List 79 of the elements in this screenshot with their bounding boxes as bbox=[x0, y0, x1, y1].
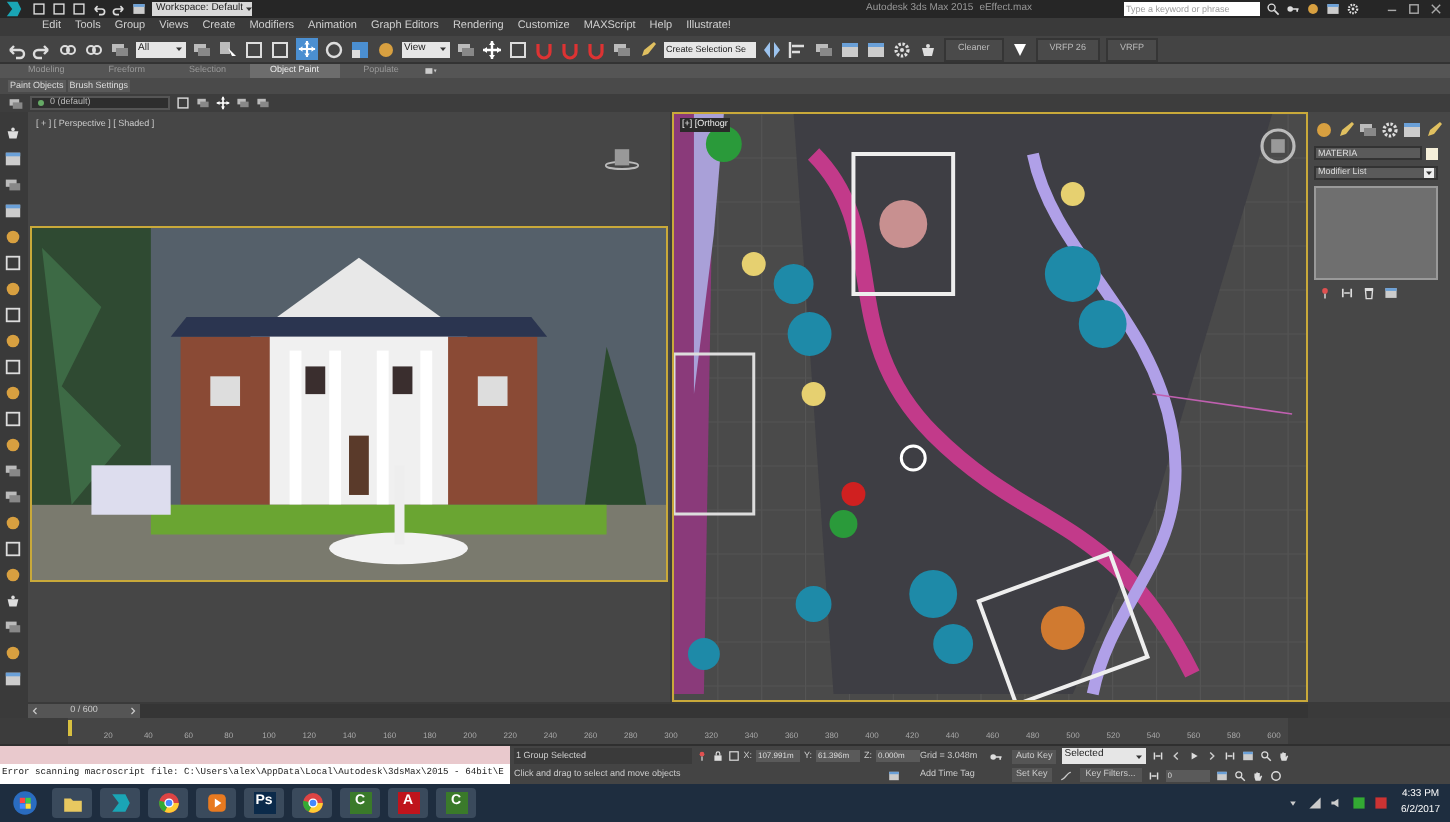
toolbar-icon[interactable] bbox=[218, 39, 238, 59]
toolbar-icon[interactable] bbox=[376, 39, 396, 59]
quick-access-icon[interactable] bbox=[92, 2, 106, 16]
taskbar-button[interactable] bbox=[52, 788, 92, 818]
signal-icon[interactable] bbox=[1307, 796, 1322, 810]
playback-icon[interactable] bbox=[1260, 750, 1273, 762]
maximize-icon[interactable] bbox=[1406, 2, 1422, 16]
scene-explorer-icon[interactable] bbox=[4, 150, 23, 168]
browser-icon[interactable] bbox=[157, 792, 179, 814]
caret-icon[interactable] bbox=[1424, 168, 1434, 178]
viewcube-icon[interactable] bbox=[1258, 126, 1298, 166]
toolbar-icon[interactable] bbox=[324, 39, 344, 59]
tray-expand-icon[interactable] bbox=[1285, 796, 1300, 810]
navigation-icon[interactable] bbox=[1233, 769, 1246, 781]
playback-icon[interactable] bbox=[1278, 750, 1291, 762]
scene-explorer-icon[interactable] bbox=[4, 670, 23, 688]
caret-icon[interactable] bbox=[438, 44, 448, 54]
toolbar-icon[interactable] bbox=[350, 39, 370, 59]
current-frame-marker[interactable] bbox=[68, 720, 72, 736]
chevron-left-icon[interactable] bbox=[30, 705, 40, 715]
chevron-right-icon[interactable] bbox=[127, 705, 138, 715]
command-panel-tab-icon[interactable] bbox=[1424, 120, 1444, 140]
maxscript-input-field[interactable] bbox=[0, 746, 510, 764]
help-toolbar-icon[interactable] bbox=[1326, 2, 1340, 16]
browser-icon[interactable] bbox=[301, 792, 323, 814]
start-orb-icon[interactable] bbox=[11, 790, 37, 816]
help-toolbar-icon[interactable] bbox=[1266, 2, 1280, 16]
caret-icon[interactable] bbox=[1134, 751, 1145, 761]
app-logo-icon[interactable] bbox=[109, 792, 131, 814]
selection-mode-icon[interactable] bbox=[727, 750, 740, 762]
toolbar-icon[interactable] bbox=[32, 39, 52, 59]
quick-access-icon[interactable] bbox=[132, 2, 146, 16]
toolbar-icon[interactable] bbox=[866, 39, 886, 59]
toolbar-icon[interactable] bbox=[892, 39, 912, 59]
layer-icon[interactable] bbox=[8, 95, 24, 111]
volume-icon[interactable] bbox=[1329, 796, 1344, 810]
playback-icon[interactable] bbox=[1152, 750, 1165, 762]
toolbar-icon[interactable] bbox=[840, 39, 860, 59]
modifier-stack-icon[interactable] bbox=[1362, 286, 1376, 300]
taskbar-button[interactable] bbox=[148, 788, 188, 818]
taskbar-button[interactable] bbox=[196, 788, 236, 818]
taskbar-button[interactable] bbox=[100, 788, 140, 818]
close-icon[interactable] bbox=[1428, 2, 1444, 16]
modifier-stack-icon[interactable] bbox=[1384, 286, 1398, 300]
navigation-icon[interactable] bbox=[1215, 769, 1228, 781]
playback-icon[interactable] bbox=[1242, 750, 1255, 762]
time-tag-icon[interactable] bbox=[888, 769, 900, 781]
command-panel-tab-icon[interactable] bbox=[1402, 120, 1422, 140]
quick-access-icon[interactable] bbox=[112, 2, 126, 16]
key-mode-icon[interactable] bbox=[1147, 769, 1160, 781]
key-tangent-icon[interactable] bbox=[1057, 769, 1074, 781]
modifier-stack-icon[interactable] bbox=[1318, 286, 1332, 300]
toolbar-icon[interactable] bbox=[918, 39, 938, 59]
pin-icon[interactable] bbox=[695, 750, 708, 762]
lock-icon[interactable] bbox=[711, 750, 724, 762]
media-player-icon[interactable] bbox=[205, 792, 227, 814]
toolbar-icon[interactable] bbox=[814, 39, 834, 59]
help-toolbar-icon[interactable] bbox=[1286, 2, 1300, 16]
toolbar-icon[interactable] bbox=[192, 39, 212, 59]
navigation-icon[interactable] bbox=[1251, 769, 1264, 781]
modifier-stack-icon[interactable] bbox=[1340, 286, 1354, 300]
scene-explorer-icon[interactable] bbox=[4, 592, 23, 610]
scene-explorer-icon[interactable] bbox=[4, 124, 23, 142]
navigation-icon[interactable] bbox=[1269, 769, 1282, 781]
playback-icon[interactable] bbox=[1224, 750, 1237, 762]
taskbar-button[interactable] bbox=[292, 788, 332, 818]
object-color-swatch[interactable] bbox=[1426, 147, 1438, 159]
key-icon[interactable] bbox=[986, 749, 1006, 763]
scene-explorer-icon[interactable] bbox=[4, 202, 23, 220]
toolbar-icon[interactable] bbox=[788, 39, 808, 59]
toolbar-icon[interactable] bbox=[456, 39, 476, 59]
scene-explorer-icon[interactable] bbox=[4, 176, 23, 194]
caret-icon[interactable] bbox=[243, 4, 254, 14]
caret-icon[interactable] bbox=[174, 44, 184, 54]
help-toolbar-icon[interactable] bbox=[1346, 2, 1360, 16]
layer-visibility-icon bbox=[36, 98, 46, 108]
help-toolbar-icon[interactable] bbox=[1306, 2, 1320, 16]
toolbar-icon[interactable] bbox=[6, 39, 26, 59]
ribbon-options-icon[interactable] bbox=[422, 64, 441, 78]
